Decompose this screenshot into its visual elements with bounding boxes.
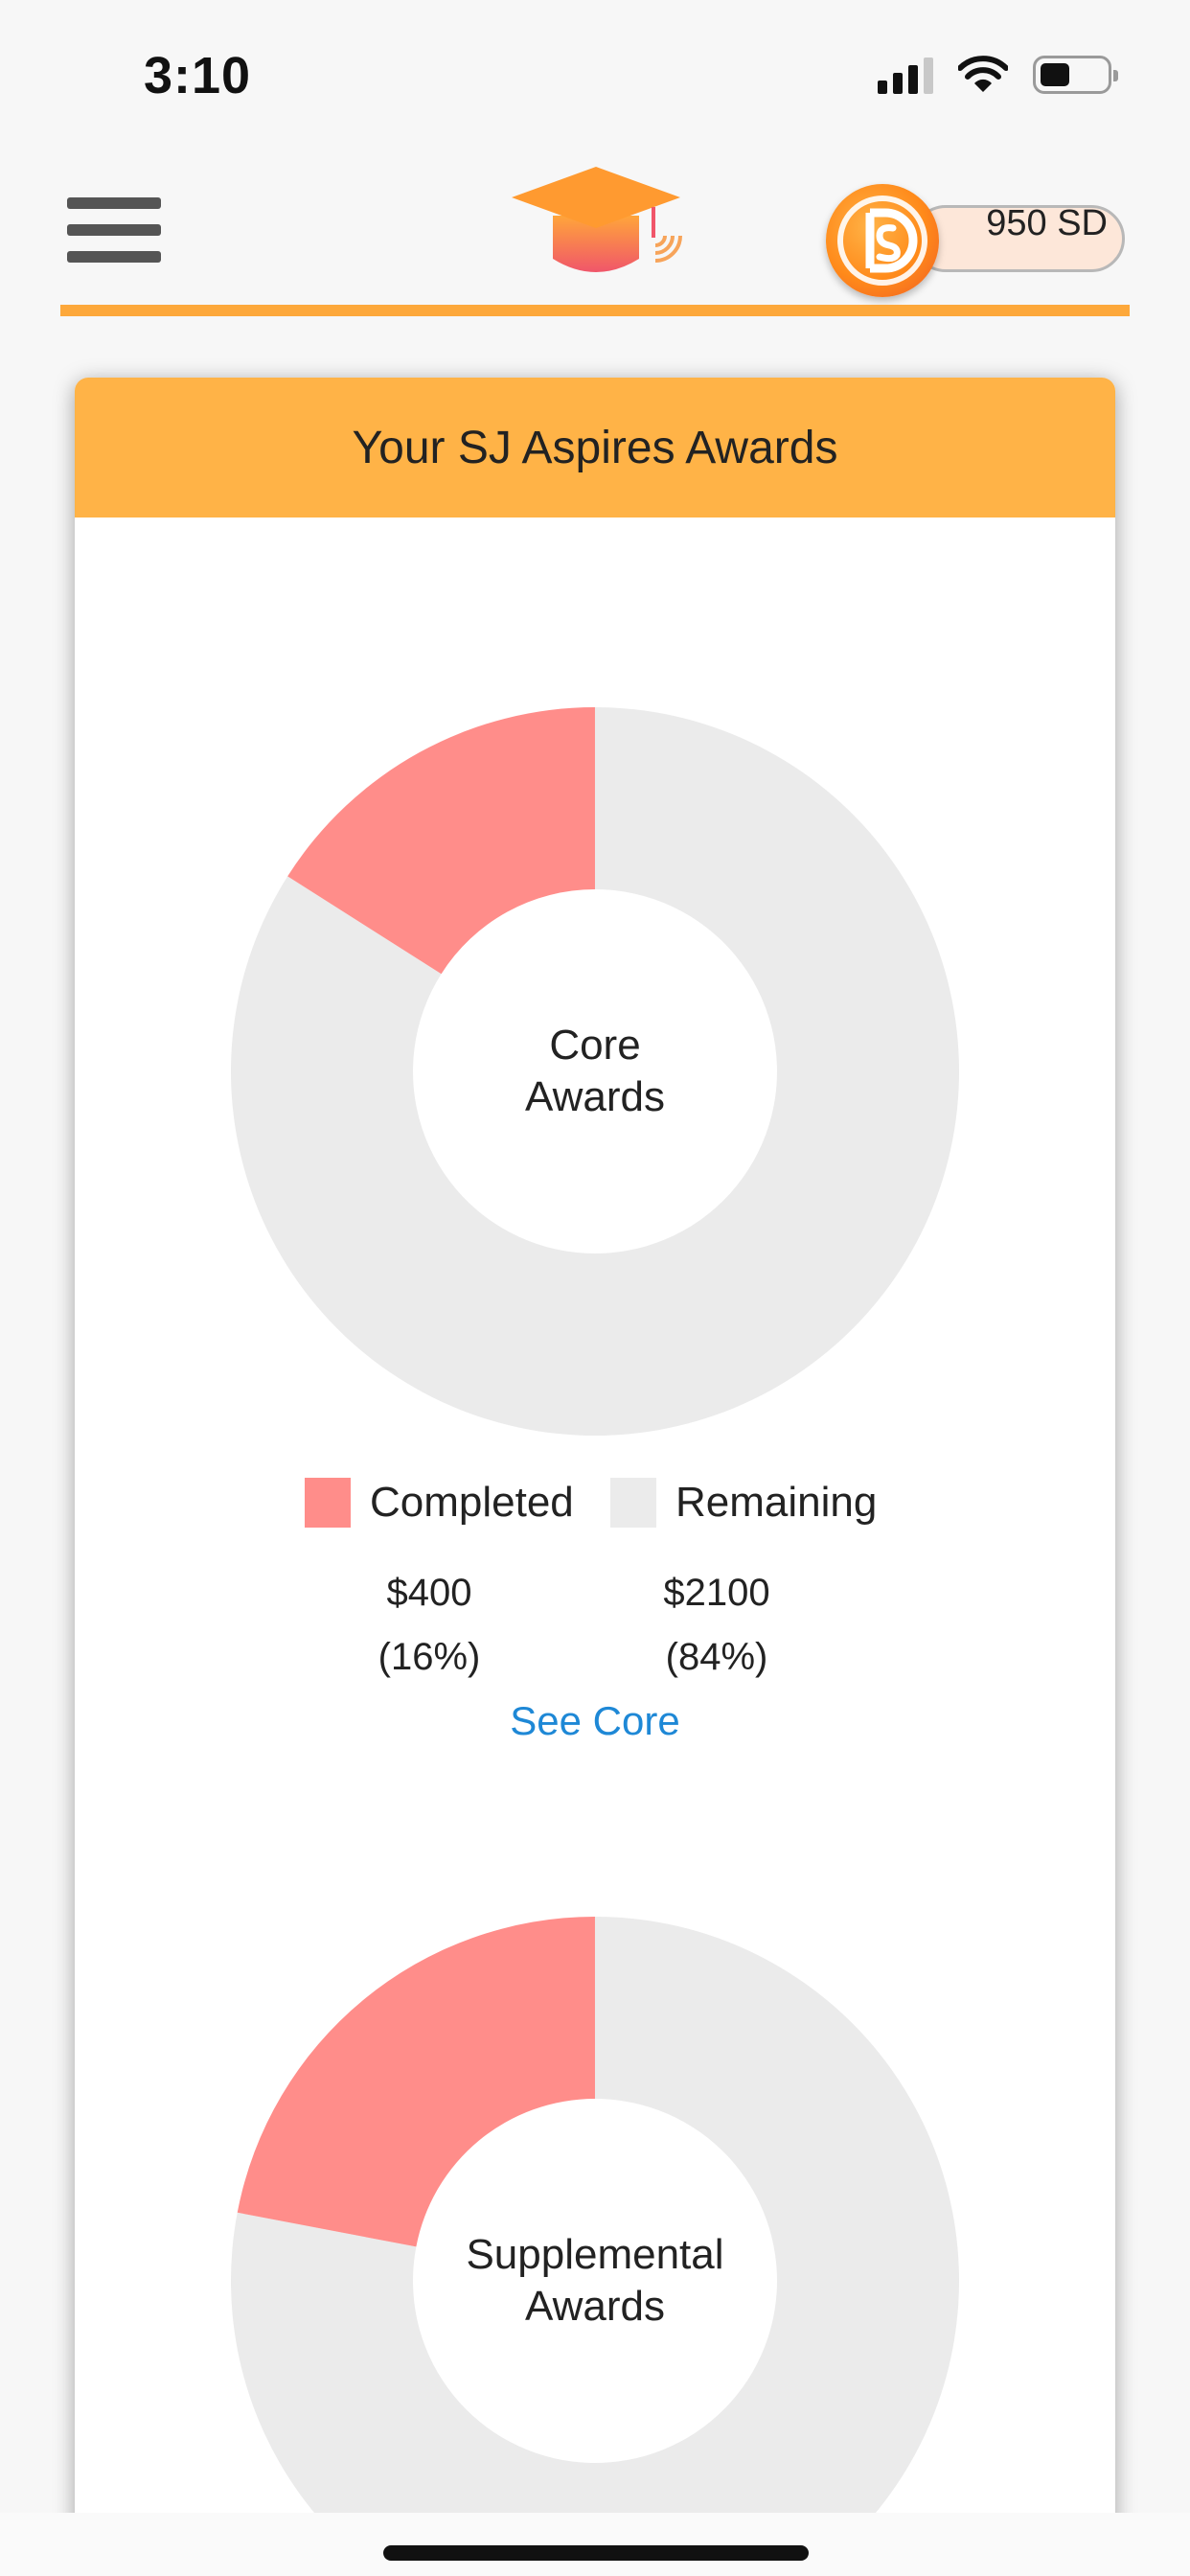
coin-balance-pill[interactable]: 950 SD <box>826 184 1125 297</box>
completed-amounts: $400 (16%) <box>372 1549 487 1679</box>
coin-balance: 950 SD <box>986 203 1108 243</box>
home-indicator-area <box>0 2513 1190 2576</box>
supplemental-label-line2: Awards <box>525 2283 665 2330</box>
legend-remaining-key: Remaining <box>610 1478 877 1528</box>
remaining-amounts: $2100 (84%) <box>650 1549 784 1679</box>
see-core-link[interactable]: See Core <box>75 1698 1115 1744</box>
core-label-line1: Core <box>549 1022 641 1069</box>
status-bar: 3:10 <box>0 0 1190 144</box>
awards-card: Your SJ Aspires Awards Core Awards Compl… <box>75 378 1115 2576</box>
remaining-label: Remaining <box>675 1479 878 1526</box>
remaining-value: $2100 <box>663 1572 770 1614</box>
completed-value: $400 <box>386 1572 472 1614</box>
supplemental-awards-chart[interactable]: Supplemental Awards <box>231 1917 959 2576</box>
completed-percent: (16%) <box>378 1636 481 1678</box>
status-icons <box>878 56 1118 94</box>
legend-completed-key: Completed <box>305 1478 574 1528</box>
completed-swatch <box>305 1478 351 1528</box>
completed-label: Completed <box>370 1479 574 1526</box>
legend-completed: Completed <box>305 1478 574 1528</box>
home-indicator[interactable] <box>383 2545 809 2561</box>
card-header: Your SJ Aspires Awards <box>75 378 1115 518</box>
hamburger-menu-icon[interactable] <box>67 197 161 274</box>
supplemental-label-line1: Supplemental <box>466 2231 724 2278</box>
wifi-icon <box>958 56 1008 92</box>
app-header: 950 SD <box>0 144 1190 316</box>
legend-remaining: Remaining <box>610 1478 877 1528</box>
header-divider <box>60 305 1130 316</box>
core-awards-chart[interactable]: Core Awards <box>230 707 959 1436</box>
supplemental-completed-slice <box>237 1917 595 2247</box>
remaining-percent: (84%) <box>665 1636 768 1678</box>
graduation-cap-icon <box>512 167 682 272</box>
cellular-signal-icon <box>878 56 933 94</box>
battery-icon <box>1033 56 1118 94</box>
core-center-label: Core Awards <box>231 1020 959 1123</box>
supplemental-center-label: Supplemental Awards <box>231 2229 959 2333</box>
core-label-line2: Awards <box>525 1073 665 1120</box>
remaining-swatch <box>610 1478 656 1528</box>
sd-coin-icon <box>826 184 939 297</box>
app-screen: 3:10 950 SD Your SJ Aspires Awards Core … <box>0 0 1190 2576</box>
card-title: Your SJ Aspires Awards <box>352 422 838 473</box>
status-time: 3:10 <box>144 47 252 104</box>
